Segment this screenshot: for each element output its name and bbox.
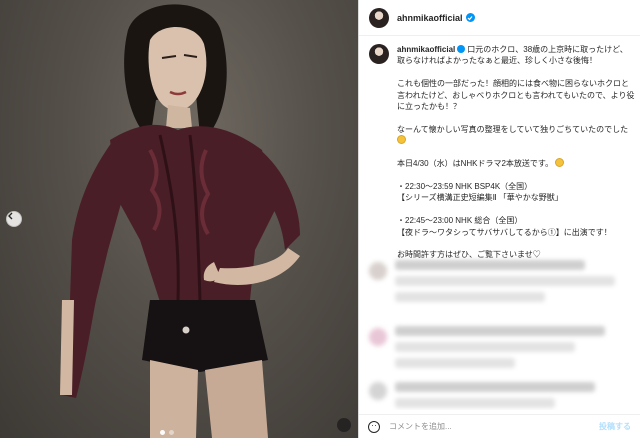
list-item [395, 342, 575, 352]
caption-line: 【夜ドラ〜ワタシってサバサバしてるから①】に出演です！ [397, 227, 612, 237]
photo-tag-icon[interactable] [337, 418, 351, 432]
verified-badge-icon [457, 45, 466, 53]
caption-line: なーんて懐かしい写真の整理をしていて独りごちていたのでした [397, 124, 629, 134]
header-username[interactable]: ahnmikaofficial [397, 13, 463, 23]
caption-username[interactable]: ahnmikaofficial [397, 45, 455, 54]
carousel-indicator [160, 430, 174, 435]
avatar [369, 328, 387, 346]
list-item [395, 398, 555, 408]
post-comment-button[interactable]: 投稿する [599, 421, 631, 432]
caption-line: これも個性の一部だった！顔相的には食べ物に困らないホクロと言われたけど、おしゃべ… [397, 79, 635, 112]
emoji-icon [555, 158, 565, 168]
comment-bar: 投稿する [359, 414, 640, 438]
list-item [395, 382, 595, 392]
avatar [369, 262, 387, 280]
avatar [369, 382, 387, 400]
woman-portrait-illustration [60, 4, 300, 438]
post-caption: ahnmikaofficial 口元のホクロ、38歳の上京時に取ったけど、取らなけ… [369, 44, 635, 261]
comment-input[interactable] [389, 422, 589, 431]
emoji-icon [397, 135, 406, 145]
post-header: ahnmikaofficial [359, 0, 640, 36]
comments-list-blurred [359, 248, 640, 410]
post-side-panel: ahnmikaofficial ahnmikaofficial 口元のホクロ、38… [358, 0, 640, 438]
list-item [395, 292, 545, 302]
carousel-dot-active [160, 430, 165, 435]
list-item [395, 358, 515, 368]
caption-avatar[interactable] [369, 44, 389, 64]
caption-line: ・22:45〜23:00 NHK 総合（全国） [397, 216, 523, 226]
emoji-smile-icon[interactable] [368, 420, 380, 433]
previous-image-button[interactable] [6, 211, 22, 227]
list-item [395, 260, 585, 270]
list-item [395, 326, 605, 336]
caption-line: 本日4/30（水）はNHKドラマ2本放送です。 [397, 159, 554, 169]
avatar[interactable] [369, 7, 389, 28]
caption-text: ahnmikaofficial 口元のホクロ、38歳の上京時に取ったけど、取らなけ… [397, 44, 635, 261]
caption-line: 【シリーズ横溝正史短編集Ⅱ 「華やかな野獣」 [397, 193, 563, 203]
list-item [395, 276, 615, 286]
chevron-left-icon [8, 212, 13, 220]
caption-line: ・22:30〜23:59 NHK BSP4K（全国） [397, 181, 533, 191]
post-photo[interactable] [0, 0, 358, 438]
carousel-dot [169, 430, 174, 435]
verified-badge-icon [465, 13, 475, 22]
